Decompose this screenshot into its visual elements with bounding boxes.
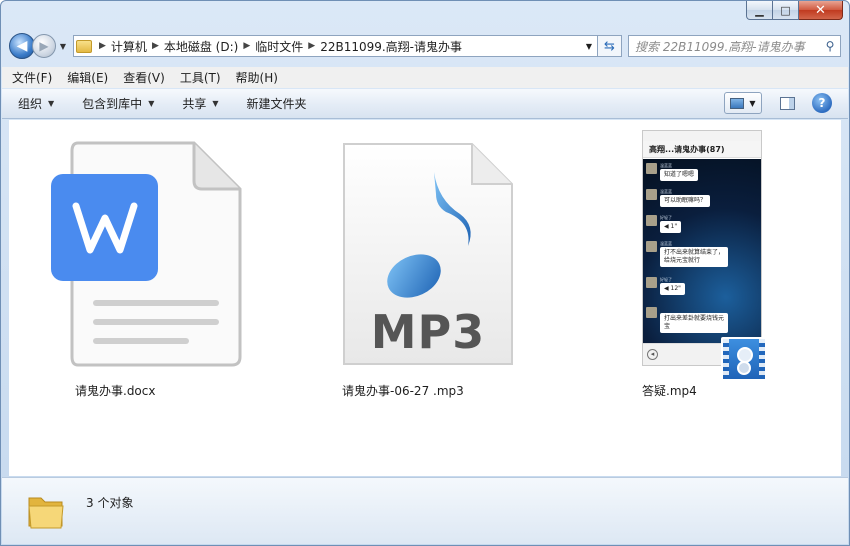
preview-pane-button[interactable] [776, 92, 798, 114]
menu-tools[interactable]: 工具(T) [180, 69, 221, 86]
chat-message: 温蓝蓝 知道了嗯嗯 [646, 163, 699, 181]
breadcrumb-current-folder[interactable]: 22B11099.高翔-请鬼办事 [320, 38, 462, 55]
chat-message: 好轻了 ◀ 1" [646, 215, 682, 233]
avatar [646, 163, 657, 174]
maximize-button[interactable]: □ [773, 1, 799, 20]
avatar [646, 215, 657, 226]
chevron-right-icon[interactable]: ▶ [99, 41, 106, 51]
chat-bubble: 打出来差卦就要烧钱元 宝 [660, 313, 729, 333]
word-logo-icon [51, 174, 158, 281]
view-thumbnails-icon [730, 97, 745, 109]
chat-bubble: ◀ 12" [660, 283, 685, 295]
chevron-right-icon[interactable]: ▶ [308, 41, 315, 51]
close-button[interactable]: ✕ [799, 1, 843, 20]
new-folder-button[interactable]: 新建文件夹 [247, 95, 307, 112]
refresh-button[interactable]: ⇆ [598, 35, 622, 57]
minimize-button[interactable]: ▁ [746, 1, 773, 20]
window-caption-buttons: ▁ □ ✕ [746, 1, 843, 21]
text-line-decoration [93, 338, 189, 344]
mp3-label: MP3 [370, 305, 486, 359]
folder-icon [76, 39, 92, 53]
forward-button[interactable]: ▶ [32, 34, 56, 58]
menu-view[interactable]: 查看(V) [123, 69, 165, 86]
phone-status-bar [643, 131, 761, 141]
organize-button[interactable]: 组织 ▼ [18, 95, 54, 112]
breadcrumb-computer[interactable]: 计算机 [111, 38, 147, 55]
share-button[interactable]: 共享 ▼ [182, 95, 218, 112]
include-in-library-label: 包含到库中 [82, 97, 143, 111]
search-icon[interactable]: ⚲ [820, 39, 840, 53]
share-label: 共享 [182, 97, 207, 111]
file-name[interactable]: 请鬼办事-06-27 .mp3 [342, 382, 514, 399]
breadcrumb-temp-files[interactable]: 临时文件 [255, 38, 303, 55]
chat-message: 温蓝蓝 打不出来就算结束了， 给烧元宝就行 [646, 241, 729, 267]
breadcrumb-drive-d[interactable]: 本地磁盘 (D:) [164, 38, 238, 55]
chevron-down-icon: ▼ [212, 99, 219, 108]
chevron-right-icon[interactable]: ▶ [152, 41, 159, 51]
chat-bubble: 知道了嗯嗯 [660, 169, 699, 181]
voice-icon: ◂ [647, 349, 658, 360]
chevron-down-icon: ▼ [148, 99, 155, 108]
new-folder-label: 新建文件夹 [246, 97, 307, 111]
preview-pane-icon [779, 96, 795, 110]
recent-pages-dropdown[interactable]: ▼ [57, 42, 69, 51]
avatar [646, 307, 657, 318]
folder-icon [28, 497, 64, 529]
chat-bubble: 打不出来就算结束了， 给烧元宝就行 [660, 247, 729, 267]
address-row: ◀ ▶ ▼ ▶ 计算机 ▶ 本地磁盘 (D:) ▶ 临时文件 ▶ 22B1109… [9, 31, 841, 61]
text-line-decoration [93, 319, 219, 325]
avatar [646, 189, 657, 200]
item-count: 3 个对象 [86, 496, 134, 510]
search-input[interactable]: 搜索 22B11099.高翔-请鬼办事 ⚲ [628, 35, 841, 57]
menu-file[interactable]: 文件(F) [12, 69, 52, 86]
film-strip-decoration [759, 339, 765, 379]
view-controls: ▼ ? [724, 92, 832, 114]
chat-message: 温蓝蓝 可以助眠嘛吗？ [646, 189, 711, 207]
explorer-window: ▁ □ ✕ ◀ ▶ ▼ ▶ 计算机 ▶ 本地磁盘 (D:) ▶ 临时文件 ▶ 2… [0, 0, 850, 546]
address-bar[interactable]: ▶ 计算机 ▶ 本地磁盘 (D:) ▶ 临时文件 ▶ 22B11099.高翔-请… [73, 35, 598, 57]
search-placeholder: 搜索 22B11099.高翔-请鬼办事 [635, 39, 805, 54]
avatar [646, 277, 657, 288]
organize-label: 组织 [18, 97, 43, 111]
menu-edit[interactable]: 编辑(E) [67, 69, 108, 86]
menu-help[interactable]: 帮助(H) [236, 69, 278, 86]
change-view-button[interactable]: ▼ [724, 92, 762, 114]
chevron-right-icon[interactable]: ▶ [243, 41, 250, 51]
chat-area: 温蓝蓝 知道了嗯嗯 温蓝蓝 可以助眠嘛吗？ 好轻了 ◀ 1" 温蓝蓝 打不出来就算结束了… [643, 159, 761, 343]
film-reel-icon [737, 361, 751, 375]
chat-title: 高翔...请鬼办事(87) [643, 141, 761, 158]
text-line-decoration [93, 300, 219, 306]
include-in-library-button[interactable]: 包含到库中 ▼ [82, 95, 154, 112]
file-name[interactable]: 请鬼办事.docx [75, 382, 235, 399]
command-bar: 组织 ▼ 包含到库中 ▼ 共享 ▼ 新建文件夹 ▼ ? [2, 89, 848, 119]
details-pane: 3 个对象 [2, 477, 848, 544]
film-strip-decoration [723, 339, 729, 379]
video-thumbnail-icon: 高翔...请鬼办事(87) 温蓝蓝 知道了嗯嗯 温蓝蓝 可以助眠嘛吗？ 好轻了 ◀ 1… [642, 130, 762, 366]
video-file-badge-icon [721, 337, 767, 381]
chat-bubble: 可以助眠嘛吗？ [660, 195, 711, 207]
chat-message: 好轻了 ◀ 12" [646, 277, 685, 295]
chat-message: 打出来差卦就要烧钱元 宝 [646, 307, 729, 333]
file-list: 请鬼办事.docx MP3 请鬼办事-06-27 .mp3 高翔...请鬼办事(… [9, 120, 841, 476]
menu-bar: 文件(F) 编辑(E) 查看(V) 工具(T) 帮助(H) [2, 67, 848, 88]
file-name[interactable]: 答疑.mp4 [642, 382, 762, 399]
chevron-down-icon[interactable]: ▼ [581, 42, 597, 51]
chevron-down-icon: ▼ [48, 99, 55, 108]
avatar [646, 241, 657, 252]
chevron-down-icon[interactable]: ▼ [749, 99, 755, 108]
help-button[interactable]: ? [812, 93, 832, 113]
chat-bubble: ◀ 1" [660, 221, 682, 233]
